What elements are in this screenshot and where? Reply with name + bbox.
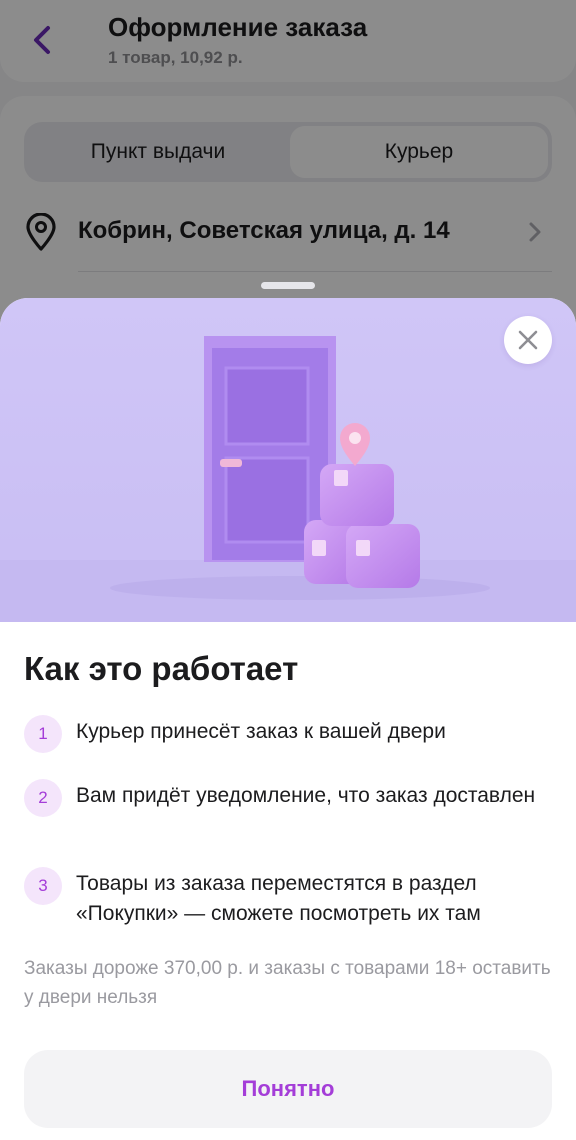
step-number-badge: 3 xyxy=(24,867,62,905)
step-number-badge: 2 xyxy=(24,779,62,817)
step-text: Вам придёт уведомление, что заказ достав… xyxy=(76,784,536,807)
confirm-button[interactable]: Понятно xyxy=(24,1050,552,1128)
sheet-grabber[interactable] xyxy=(261,282,315,289)
door-delivery-illustration xyxy=(0,298,576,622)
close-icon xyxy=(518,330,538,350)
sheet-title: Как это работает xyxy=(24,650,299,687)
how-it-works-sheet: Как это работает 1 Курьер принесёт заказ… xyxy=(0,298,576,1140)
close-button[interactable] xyxy=(504,316,552,364)
step-text: Товары из заказа переместятся в раздел «… xyxy=(76,872,481,925)
step-text: Курьер принесёт заказ к вашей двери xyxy=(76,720,446,743)
restriction-note: Заказы дороже 370,00 р. и заказы с товар… xyxy=(24,958,551,1008)
step-number-badge: 1 xyxy=(24,715,62,753)
